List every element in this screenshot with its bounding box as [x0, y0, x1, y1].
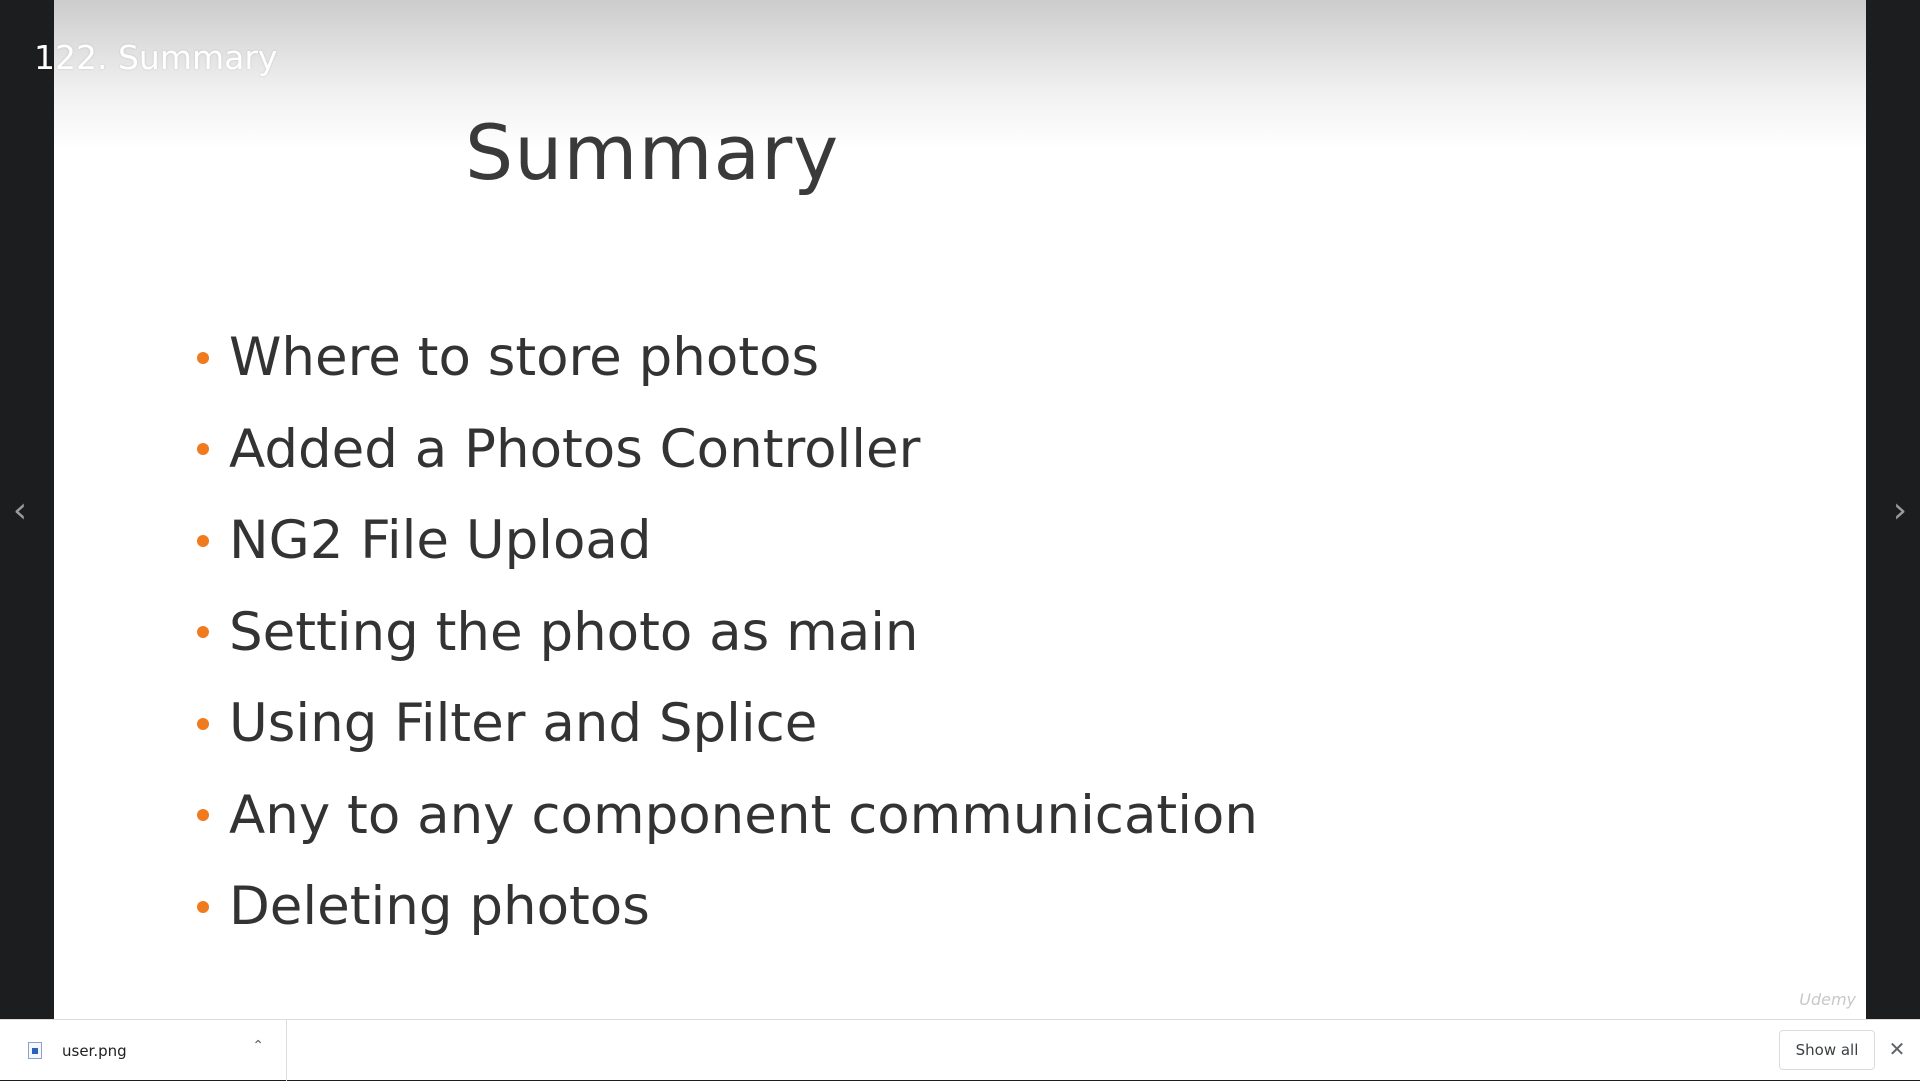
chevron-left-icon: ‹	[12, 489, 28, 531]
bullet-item: Where to store photos	[197, 312, 1258, 404]
bullet-item: NG2 File Upload	[197, 495, 1258, 587]
bullet-text: NG2 File Upload	[229, 510, 652, 572]
image-file-icon	[28, 1042, 42, 1059]
download-bar: user.png ⌃ Show all ✕	[0, 1019, 1920, 1081]
bullet-item: Added a Photos Controller	[197, 404, 1258, 496]
download-item[interactable]: user.png ⌃	[0, 1020, 287, 1081]
bullet-dot-icon	[197, 534, 209, 547]
bullet-dot-icon	[197, 717, 209, 730]
bullet-text: Added a Photos Controller	[229, 418, 921, 480]
close-download-bar-button[interactable]: ✕	[1886, 1034, 1908, 1064]
bullet-text: Using Filter and Splice	[229, 693, 818, 755]
title-overlay-gradient	[54, 0, 1866, 150]
video-player: Summary Where to store photos Added a Ph…	[0, 0, 1920, 1019]
bullet-text: Deleting photos	[229, 876, 650, 938]
download-file-name: user.png	[62, 1041, 127, 1060]
bullet-dot-icon	[197, 443, 209, 456]
bullet-dot-icon	[197, 809, 209, 822]
slide-heading: Summary	[465, 108, 840, 197]
bullet-item: Any to any component communication	[197, 770, 1258, 862]
previous-lecture-button[interactable]: ‹	[0, 478, 40, 542]
bullet-dot-icon	[197, 626, 209, 639]
bullet-dot-icon	[197, 900, 209, 913]
lecture-title: 122. Summary	[34, 38, 278, 77]
bullet-text: Setting the photo as main	[229, 601, 919, 663]
slide: Summary Where to store photos Added a Ph…	[54, 0, 1866, 1019]
next-lecture-button[interactable]: ›	[1880, 478, 1920, 542]
bullet-item: Deleting photos	[197, 861, 1258, 953]
bullet-text: Where to store photos	[229, 327, 820, 389]
chevron-right-icon: ›	[1892, 489, 1908, 531]
chevron-up-icon[interactable]: ⌃	[252, 1038, 264, 1054]
udemy-watermark-logo: Udemy	[1799, 990, 1856, 1009]
bullet-dot-icon	[197, 351, 209, 364]
show-all-button[interactable]: Show all	[1779, 1030, 1875, 1070]
close-icon: ✕	[1888, 1037, 1906, 1061]
bullet-item: Using Filter and Splice	[197, 678, 1258, 770]
bullet-list: Where to store photos Added a Photos Con…	[197, 312, 1258, 953]
bullet-item: Setting the photo as main	[197, 587, 1258, 679]
bullet-text: Any to any component communication	[229, 784, 1258, 846]
